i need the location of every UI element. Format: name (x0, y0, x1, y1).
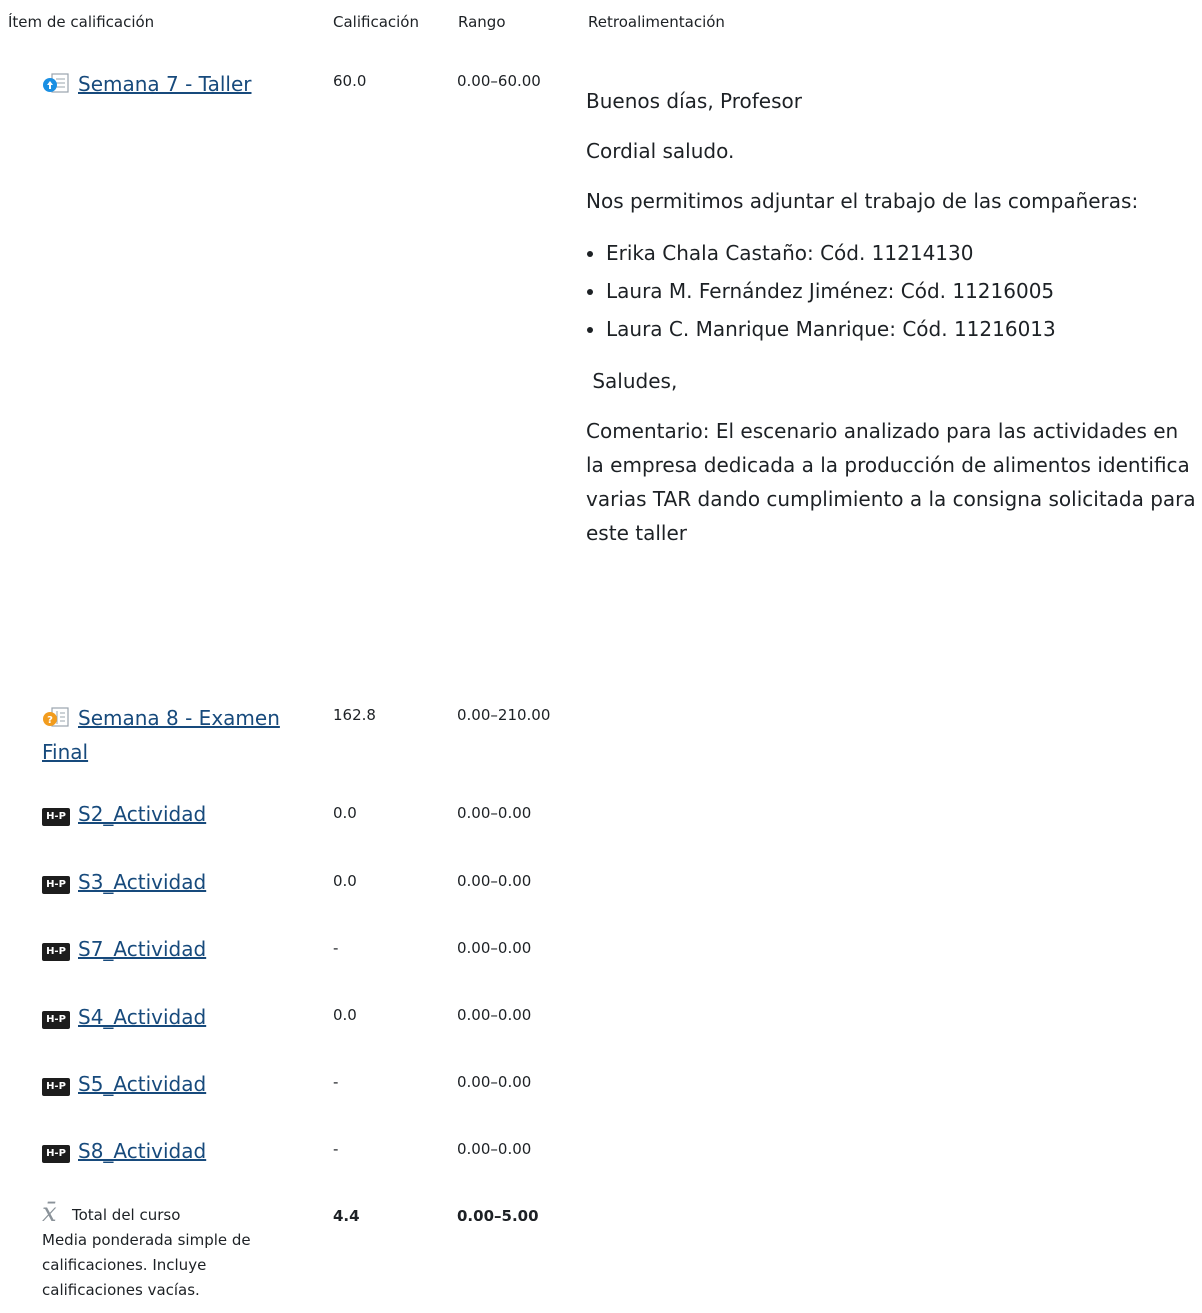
feedback-text: Buenos días, Profesor Cordial saludo. No… (586, 84, 1202, 566)
item-link-s7[interactable]: S7_Actividad (78, 937, 206, 961)
item-link-semana-8[interactable]: Semana 8 - Examen (78, 706, 280, 730)
col-header-range: Rango (458, 13, 506, 31)
assignment-icon (42, 72, 70, 98)
grade-value: - (333, 1073, 339, 1091)
list-item: Laura M. Fernández Jiménez: Cód. 1121600… (606, 272, 1202, 310)
grade-value: - (333, 939, 339, 957)
grade-row-item: Semana 7 - Taller (42, 67, 292, 101)
feedback-salute: Cordial saludo. (586, 139, 735, 163)
grade-row-item: H-P S2_Actividad (42, 797, 292, 831)
col-header-feedback: Retroalimentación (588, 13, 725, 31)
grade-row-item: ? Semana 8 - Examen Final (42, 701, 292, 769)
range-value: 0.00–210.00 (457, 706, 551, 724)
item-link-s4[interactable]: S4_Actividad (78, 1005, 206, 1029)
h5p-icon: H-P (42, 1141, 70, 1163)
range-value: 0.00–0.00 (457, 939, 532, 957)
feedback-closing: Saludes, (586, 369, 678, 393)
h5p-icon: H-P (42, 1007, 70, 1029)
h5p-icon: H-P (42, 872, 70, 894)
total-label: Total del curso (72, 1206, 181, 1224)
item-link-s3[interactable]: S3_Actividad (78, 870, 206, 894)
range-value: 0.00–0.00 (457, 1073, 532, 1091)
col-header-grade: Calificación (333, 13, 419, 31)
course-total: x̄ Total del curso Media ponderada simple… (42, 1198, 302, 1303)
grade-value: 0.0 (333, 804, 357, 822)
feedback-greeting: Buenos días, Profesor (586, 89, 802, 113)
total-description: Media ponderada simple de calificaciones… (42, 1231, 251, 1299)
grade-row-item: H-P S7_Actividad (42, 932, 292, 966)
item-link-semana-7[interactable]: Semana 7 - Taller (78, 72, 252, 96)
quiz-icon: ? (42, 706, 70, 732)
range-value: 0.00–0.00 (457, 1006, 532, 1024)
grade-value: 60.0 (333, 72, 367, 90)
total-range: 0.00–5.00 (457, 1207, 539, 1225)
grade-row-item: H-P S4_Actividad (42, 1000, 292, 1034)
h5p-icon: H-P (42, 1074, 70, 1096)
h5p-icon: H-P (42, 804, 70, 826)
item-link-semana-8-cont[interactable]: Final (42, 740, 88, 764)
grade-row-item: H-P S3_Actividad (42, 865, 292, 899)
range-value: 0.00–0.00 (457, 872, 532, 890)
feedback-comment: Comentario: El escenario analizado para … (586, 419, 1196, 545)
h5p-icon: H-P (42, 939, 70, 961)
grade-value: 0.0 (333, 872, 357, 890)
total-grade: 4.4 (333, 1207, 360, 1225)
range-value: 0.00–60.00 (457, 72, 541, 90)
item-link-s8[interactable]: S8_Actividad (78, 1139, 206, 1163)
grade-row-item: H-P S8_Actividad (42, 1134, 292, 1168)
col-header-item: Ítem de calificación (8, 13, 155, 31)
item-link-s2[interactable]: S2_Actividad (78, 802, 206, 826)
list-item: Erika Chala Castaño: Cód. 11214130 (606, 234, 1202, 272)
list-item: Laura C. Manrique Manrique: Cód. 1121601… (606, 310, 1202, 348)
svg-text:?: ? (47, 715, 53, 726)
student-list: Erika Chala Castaño: Cód. 11214130 Laura… (586, 234, 1202, 348)
grade-row-item: H-P S5_Actividad (42, 1067, 292, 1101)
range-value: 0.00–0.00 (457, 804, 532, 822)
mean-icon: x̄ (42, 1198, 57, 1228)
feedback-intro: Nos permitimos adjuntar el trabajo de la… (586, 189, 1139, 213)
range-value: 0.00–0.00 (457, 1140, 532, 1158)
grade-value: 162.8 (333, 706, 376, 724)
grade-value: 0.0 (333, 1006, 357, 1024)
grade-value: - (333, 1140, 339, 1158)
item-link-s5[interactable]: S5_Actividad (78, 1072, 206, 1096)
